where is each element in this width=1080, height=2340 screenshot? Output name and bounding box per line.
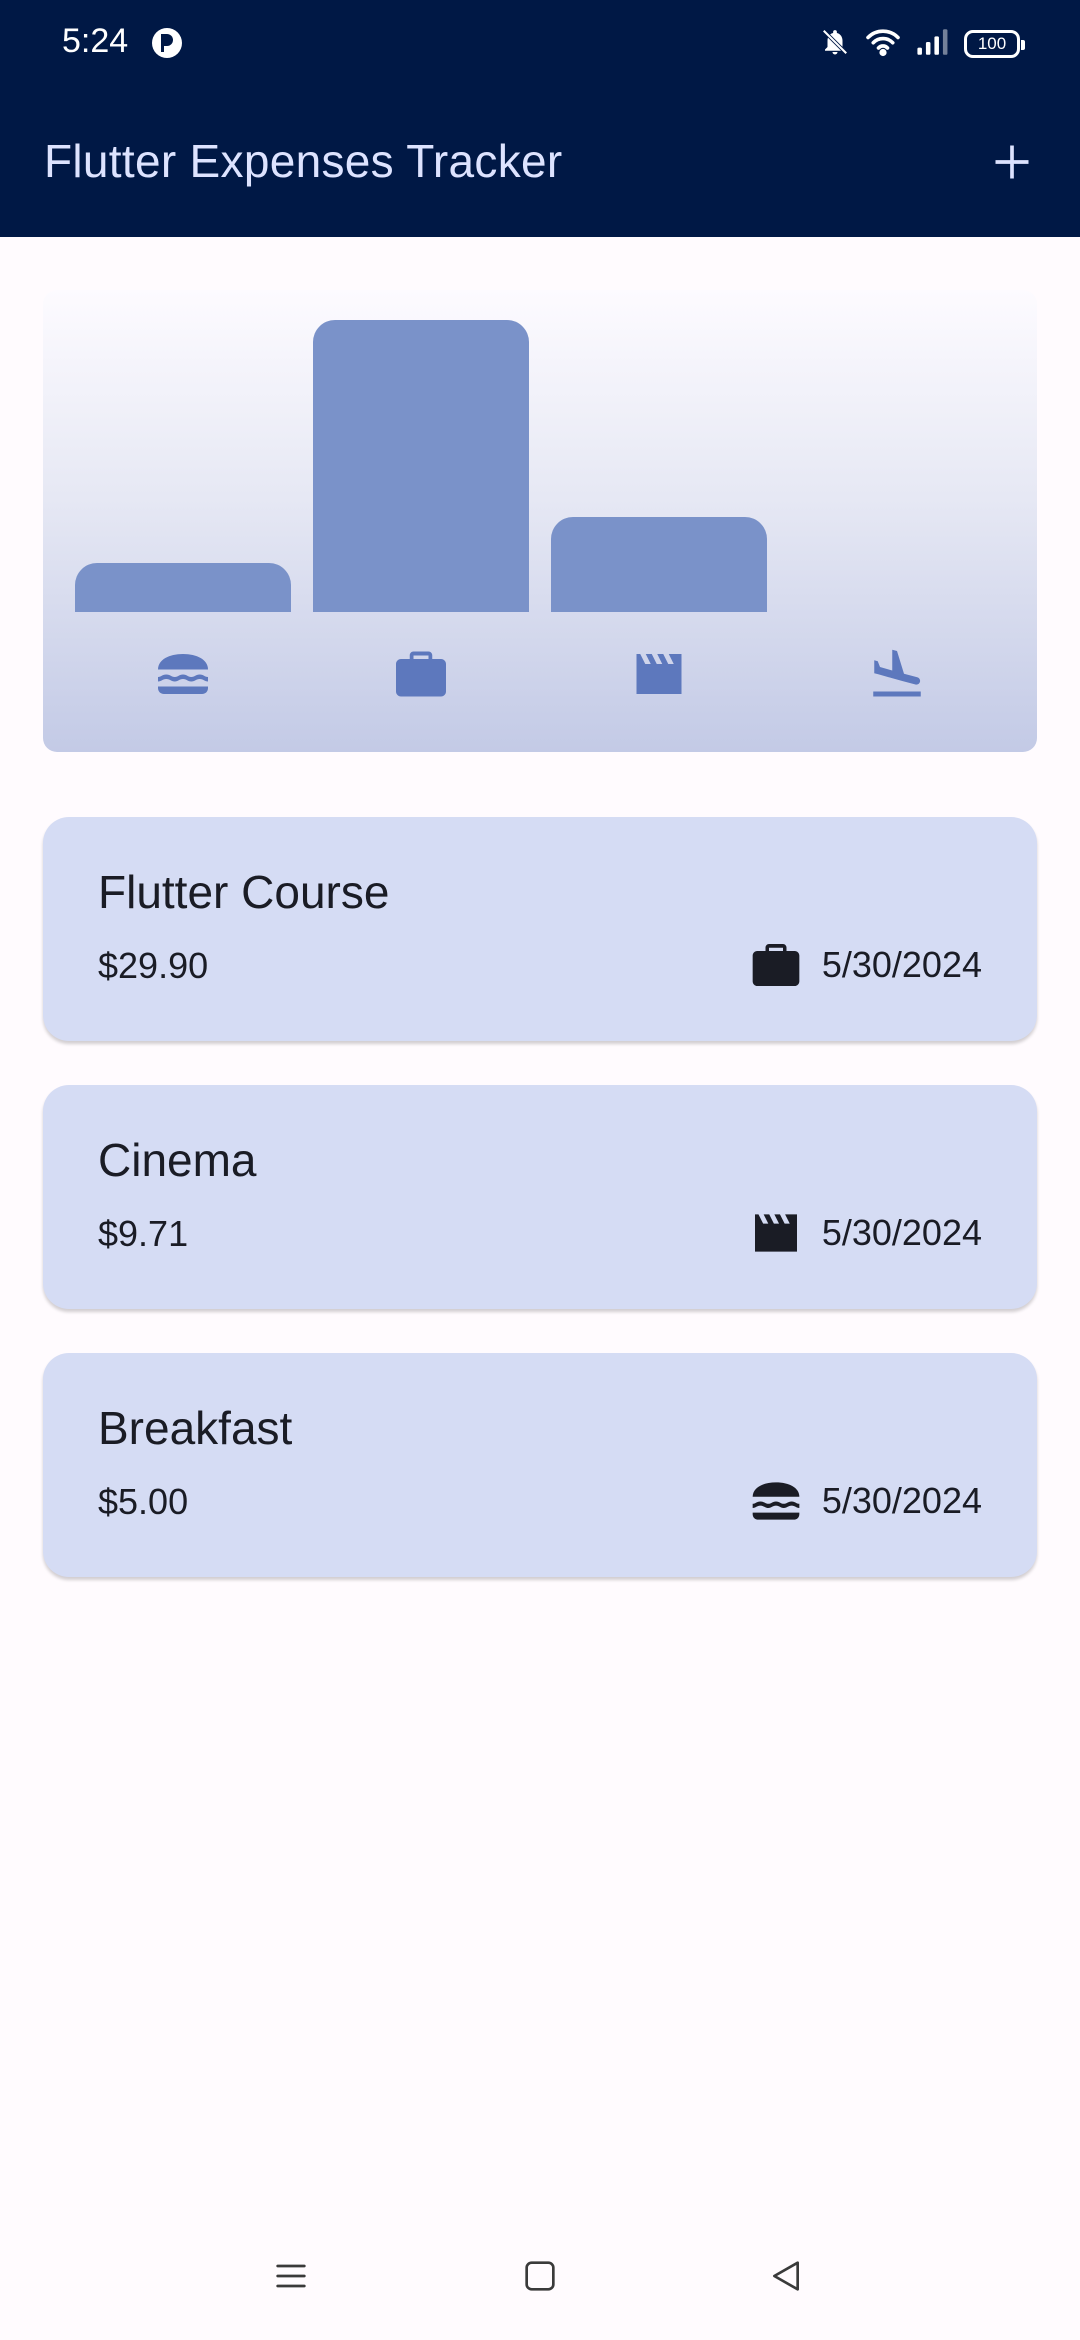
menu-icon bbox=[276, 2264, 306, 2288]
expense-date: 5/30/2024 bbox=[821, 1212, 982, 1253]
clapperboard-icon bbox=[748, 1205, 804, 1261]
plus-icon bbox=[995, 145, 1029, 179]
expense-date: 5/30/2024 bbox=[821, 944, 982, 985]
expense-meta: 5/30/2024 bbox=[748, 1205, 982, 1261]
signal-icon bbox=[916, 27, 950, 62]
chart-bar-work bbox=[313, 320, 529, 612]
home-square-icon bbox=[525, 2261, 555, 2291]
back-button[interactable] bbox=[756, 2246, 816, 2306]
page-title: Flutter Expenses Tracker bbox=[44, 135, 563, 187]
dnd-bell-off-icon bbox=[820, 27, 850, 62]
expense-item[interactable]: Breakfast $5.00 5/30/2024 bbox=[43, 1353, 1037, 1577]
briefcase-icon bbox=[748, 937, 804, 993]
status-bar: 5:24 100 bbox=[0, 0, 1080, 84]
expense-list: Flutter Course $29.90 5/30/2024 Cinema $… bbox=[43, 817, 1037, 1621]
expense-amount: $29.90 bbox=[98, 945, 209, 986]
home-button[interactable] bbox=[510, 2246, 570, 2306]
chart-bar-food bbox=[75, 563, 291, 612]
expense-date: 5/30/2024 bbox=[821, 1480, 982, 1521]
app-bar: Flutter Expenses Tracker bbox=[0, 84, 1080, 237]
app-notification-icon bbox=[150, 26, 184, 60]
expenses-chart bbox=[43, 290, 1037, 752]
status-icons: 100 bbox=[820, 24, 1025, 64]
expense-amount: $5.00 bbox=[98, 1481, 189, 1522]
chart-bars bbox=[75, 320, 1005, 612]
expense-title: Flutter Course bbox=[98, 866, 390, 918]
expense-title: Breakfast bbox=[98, 1402, 293, 1454]
system-nav-bar bbox=[0, 2220, 1080, 2340]
flight-land-icon bbox=[789, 642, 1005, 706]
burger-icon bbox=[748, 1473, 804, 1529]
status-time: 5:24 bbox=[62, 22, 129, 60]
expense-item[interactable]: Cinema $9.71 5/30/2024 bbox=[43, 1085, 1037, 1309]
battery-icon: 100 bbox=[964, 30, 1025, 58]
expense-title: Cinema bbox=[98, 1134, 257, 1186]
expense-meta: 5/30/2024 bbox=[748, 1473, 982, 1529]
burger-icon bbox=[75, 642, 291, 706]
add-expense-button[interactable] bbox=[974, 124, 1050, 200]
clapperboard-icon bbox=[551, 642, 767, 706]
expense-amount: $9.71 bbox=[98, 1213, 189, 1254]
chart-bar-leisure bbox=[551, 517, 767, 612]
expense-meta: 5/30/2024 bbox=[748, 937, 982, 993]
back-triangle-icon bbox=[773, 2261, 799, 2291]
briefcase-icon bbox=[313, 642, 529, 706]
menu-button[interactable] bbox=[261, 2246, 321, 2306]
chart-category-icons bbox=[75, 642, 1005, 706]
wifi-icon bbox=[864, 27, 902, 62]
expense-item[interactable]: Flutter Course $29.90 5/30/2024 bbox=[43, 817, 1037, 1041]
